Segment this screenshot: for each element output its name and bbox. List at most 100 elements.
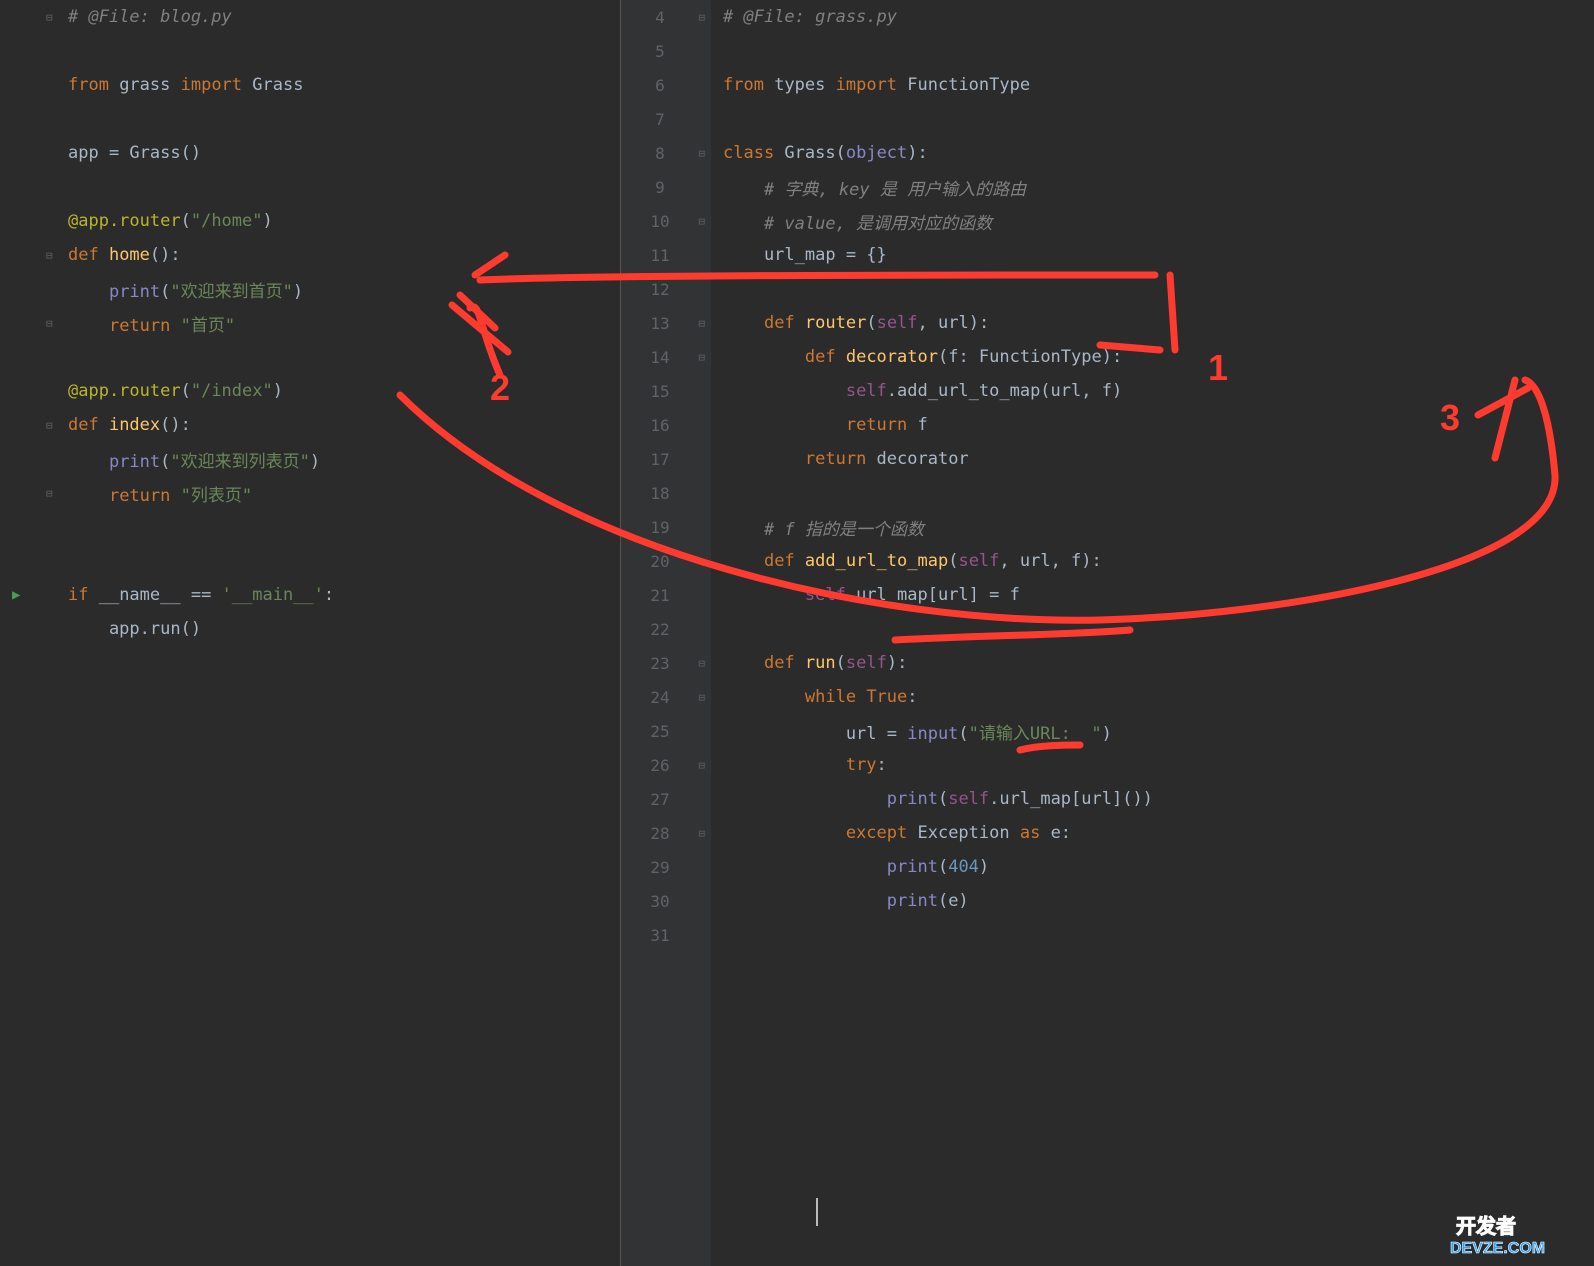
gutter-cell[interactable]: 26⊟ — [621, 748, 711, 782]
code-line[interactable] — [711, 34, 1594, 68]
code-line[interactable]: class Grass(object): — [711, 136, 1594, 170]
code-line[interactable]: from types import FunctionType — [711, 68, 1594, 102]
code-line[interactable]: url = input("请输入URL: ") — [711, 714, 1594, 748]
gutter-cell[interactable]: 23⊟ — [621, 646, 711, 680]
code-line[interactable]: return f — [711, 408, 1594, 442]
fold-icon[interactable]: ⊟ — [698, 351, 705, 364]
code-content[interactable]: def index(): — [62, 415, 620, 435]
code-line[interactable] — [711, 102, 1594, 136]
code-content[interactable]: def add_url_to_map(self, url, f): — [711, 551, 1594, 571]
fold-icon[interactable]: ⊟ — [698, 147, 705, 160]
code-content[interactable]: url_map = {} — [711, 245, 1594, 265]
gutter-cell[interactable]: 10⊟ — [621, 204, 711, 238]
code-line[interactable]: # 字典, key 是 用户输入的路由 — [711, 170, 1594, 204]
code-line[interactable]: # @File: grass.py — [711, 0, 1594, 34]
fold-icon[interactable]: ⊟ — [46, 249, 53, 262]
code-line[interactable]: print("欢迎来到列表页") — [0, 442, 620, 476]
code-line[interactable]: def add_url_to_map(self, url, f): — [711, 544, 1594, 578]
code-content[interactable]: try: — [711, 755, 1594, 775]
fold-icon[interactable]: ⊟ — [46, 11, 53, 24]
code-content[interactable]: print(self.url_map[url]()) — [711, 789, 1594, 809]
code-line[interactable] — [711, 918, 1594, 952]
code-content[interactable]: while True: — [711, 687, 1594, 707]
code-line[interactable]: try: — [711, 748, 1594, 782]
code-line[interactable]: app.run() — [0, 612, 620, 646]
gutter-cell[interactable]: 21 — [621, 578, 711, 612]
code-line[interactable]: self.url_map[url] = f — [711, 578, 1594, 612]
code-content[interactable]: if __name__ == '__main__': — [62, 585, 620, 605]
gutter-cell[interactable]: 5 — [621, 34, 711, 68]
gutter-cell[interactable]: 17 — [621, 442, 711, 476]
gutter-cell[interactable]: 13⊟ — [621, 306, 711, 340]
gutter-cell[interactable]: 18 — [621, 476, 711, 510]
fold-icon[interactable]: ⊟ — [698, 759, 705, 772]
gutter-cell[interactable]: 31 — [621, 918, 711, 952]
code-content[interactable]: def decorator(f: FunctionType): — [711, 347, 1594, 367]
fold-icon[interactable]: ⊟ — [698, 215, 705, 228]
code-content[interactable]: def router(self, url): — [711, 313, 1594, 333]
gutter-cell[interactable]: 12 — [621, 272, 711, 306]
code-line[interactable]: # f 指的是一个函数 — [711, 510, 1594, 544]
code-line[interactable]: ▶ if __name__ == '__main__': — [0, 578, 620, 612]
gutter-cell[interactable]: 28⊟ — [621, 816, 711, 850]
gutter-cell[interactable]: 24⊟ — [621, 680, 711, 714]
fold-icon[interactable]: ⊟ — [698, 317, 705, 330]
code-line[interactable]: while True: — [711, 680, 1594, 714]
gutter-cell[interactable]: 30 — [621, 884, 711, 918]
code-content[interactable]: @app.router("/home") — [62, 211, 620, 231]
gutter-cell[interactable]: 9 — [621, 170, 711, 204]
fold-icon[interactable]: ⊟ — [698, 827, 705, 840]
gutter-cell[interactable]: 6 — [621, 68, 711, 102]
code-content[interactable]: return decorator — [711, 449, 1594, 469]
code-content[interactable]: print("欢迎来到首页") — [62, 277, 620, 302]
gutter-cell[interactable]: 29 — [621, 850, 711, 884]
code-line[interactable] — [0, 340, 620, 374]
code-content[interactable]: self.add_url_to_map(url, f) — [711, 381, 1594, 401]
code-line[interactable] — [711, 476, 1594, 510]
code-content[interactable]: app = Grass() — [62, 143, 620, 163]
code-content[interactable]: @app.router("/index") — [62, 381, 620, 401]
code-content[interactable]: # @File: grass.py — [711, 7, 1594, 27]
right-gutter[interactable]: 4⊟5678⊟910⊟111213⊟14⊟151617181920⊟212223… — [621, 0, 711, 1266]
code-line[interactable]: def decorator(f: FunctionType): — [711, 340, 1594, 374]
code-line[interactable]: print(self.url_map[url]()) — [711, 782, 1594, 816]
code-line[interactable]: print(404) — [711, 850, 1594, 884]
fold-icon[interactable]: ⊟ — [46, 317, 53, 330]
code-content[interactable]: print("欢迎来到列表页") — [62, 447, 620, 472]
code-line[interactable] — [0, 170, 620, 204]
code-line[interactable]: @app.router("/index") — [0, 374, 620, 408]
code-line[interactable]: ⊟ # @File: blog.py — [0, 0, 620, 34]
code-line[interactable]: url_map = {} — [711, 238, 1594, 272]
run-icon[interactable]: ▶ — [12, 587, 20, 603]
gutter-cell[interactable]: 15 — [621, 374, 711, 408]
code-content[interactable]: return f — [711, 415, 1594, 435]
fold-icon[interactable]: ⊟ — [46, 419, 53, 432]
fold-icon[interactable]: ⊟ — [46, 487, 53, 500]
code-content[interactable]: from types import FunctionType — [711, 75, 1594, 95]
code-line[interactable]: self.add_url_to_map(url, f) — [711, 374, 1594, 408]
left-editor-pane[interactable]: ⊟# @File: blog.pyfrom grass import Grass… — [0, 0, 620, 1266]
code-content[interactable]: print(e) — [711, 891, 1594, 911]
code-line[interactable] — [0, 544, 620, 578]
gutter-cell[interactable]: 16 — [621, 408, 711, 442]
right-editor-pane[interactable]: # @File: grass.py from types import Funct… — [711, 0, 1594, 1266]
code-content[interactable]: return "列表页" — [62, 481, 620, 506]
gutter-cell[interactable]: 8⊟ — [621, 136, 711, 170]
code-content[interactable]: url = input("请输入URL: ") — [711, 719, 1594, 744]
code-line[interactable] — [711, 612, 1594, 646]
code-content[interactable]: def run(self): — [711, 653, 1594, 673]
fold-icon[interactable]: ⊟ — [698, 555, 705, 568]
code-line[interactable]: ⊟ return "首页" — [0, 306, 620, 340]
gutter-cell[interactable]: 20⊟ — [621, 544, 711, 578]
code-line[interactable] — [711, 272, 1594, 306]
code-content[interactable]: class Grass(object): — [711, 143, 1594, 163]
code-content[interactable]: # f 指的是一个函数 — [711, 515, 1594, 540]
code-content[interactable]: # @File: blog.py — [62, 7, 620, 27]
code-line[interactable]: @app.router("/home") — [0, 204, 620, 238]
fold-icon[interactable]: ⊟ — [698, 691, 705, 704]
gutter-cell[interactable]: 4⊟ — [621, 0, 711, 34]
code-line[interactable]: print("欢迎来到首页") — [0, 272, 620, 306]
code-content[interactable]: # 字典, key 是 用户输入的路由 — [711, 175, 1594, 200]
code-content[interactable]: def home(): — [62, 245, 620, 265]
code-line[interactable]: ⊟ def index(): — [0, 408, 620, 442]
